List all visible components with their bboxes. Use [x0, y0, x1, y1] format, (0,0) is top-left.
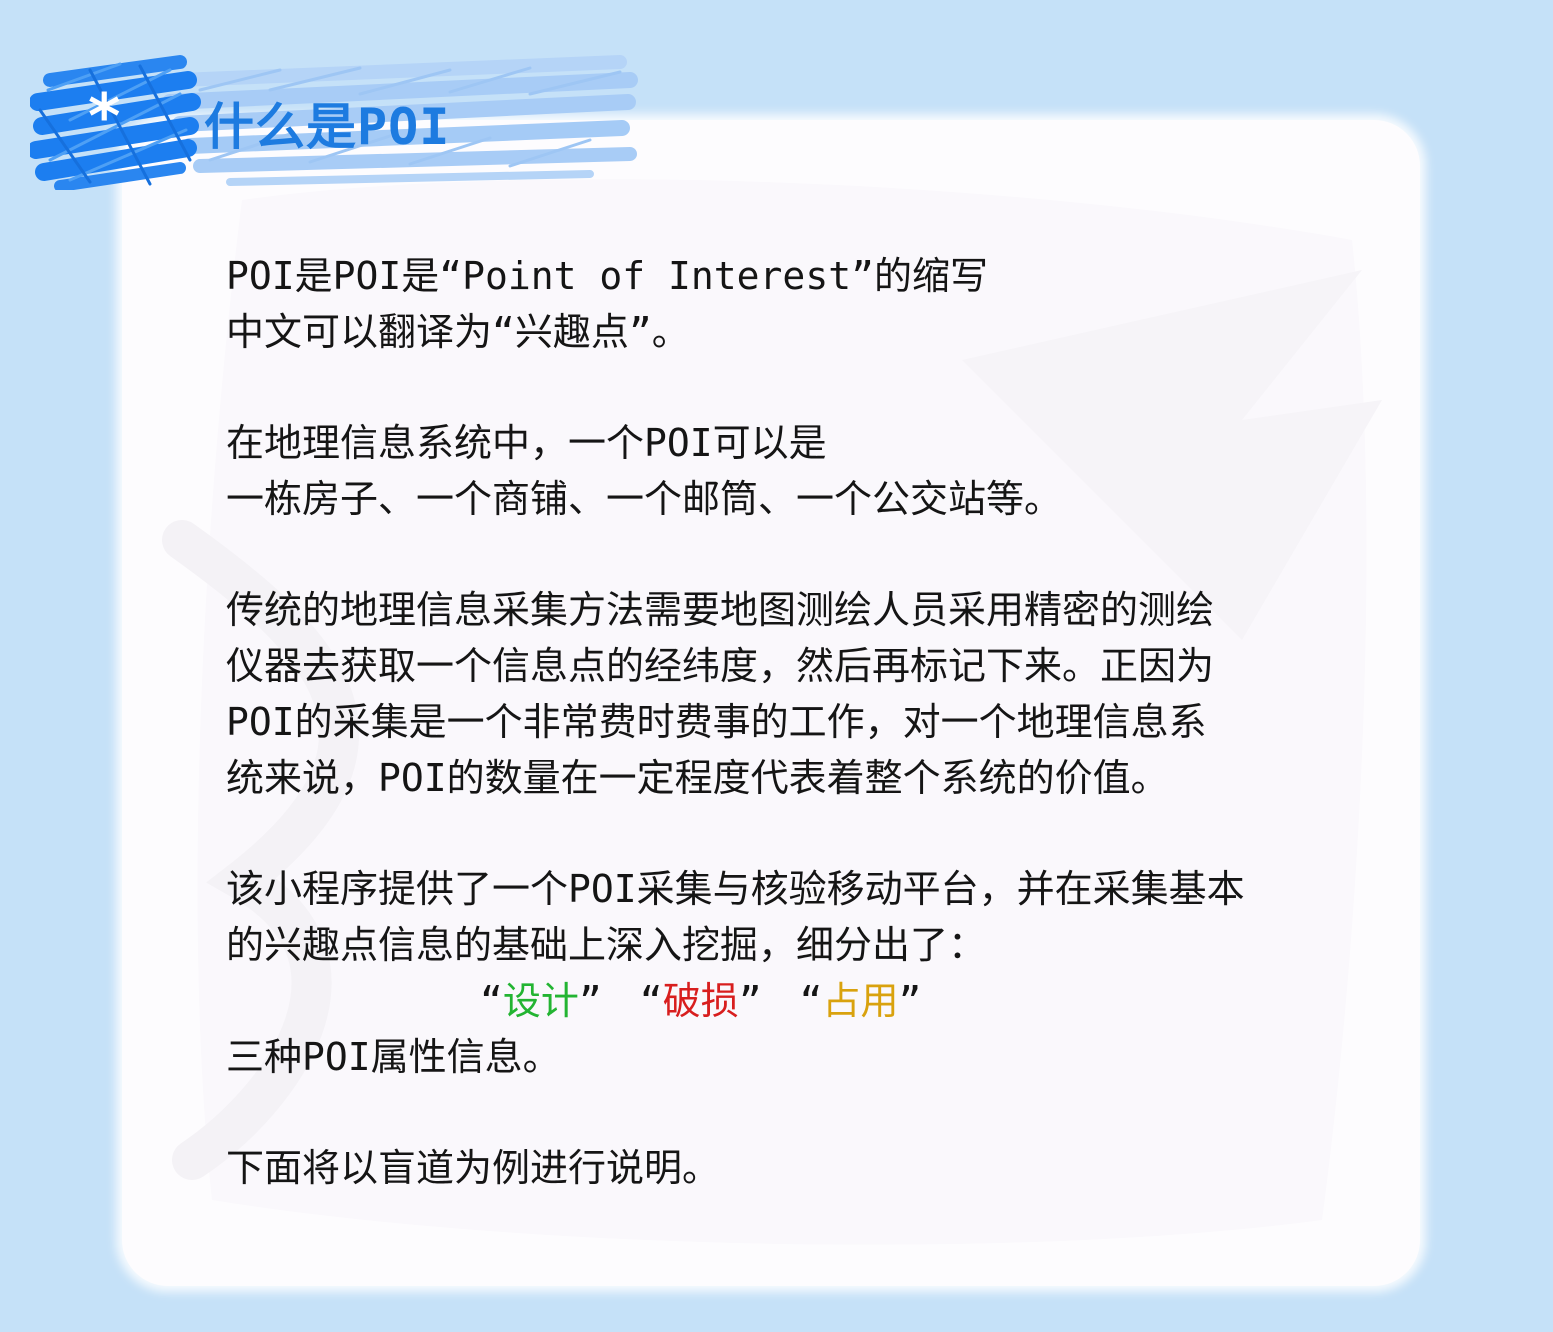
- body-text: POI是POI是“Point of Interest”的缩写 中文可以翻译为“兴…: [226, 248, 1406, 1196]
- text-line: 仪器去获取一个信息点的经纬度，然后再标记下来。正因为: [226, 644, 1215, 688]
- page: { "header": { "icon": "asterisk-icon", "…: [0, 0, 1553, 1332]
- section-title: 什么是POI: [204, 98, 451, 156]
- close-quote: ”: [578, 979, 602, 1023]
- close-quote: ”: [898, 979, 922, 1023]
- paragraph-closing: 下面将以盲道为例进行说明。: [226, 1140, 1406, 1196]
- paragraph-background: 传统的地理信息采集方法需要地图测绘人员采用精密的测绘 仪器去获取一个信息点的经纬…: [226, 582, 1406, 806]
- open-quote: “: [480, 979, 503, 1023]
- attribute-design: 设计: [502, 979, 579, 1023]
- attribute-list: “设计” “破损” “占用”: [226, 973, 1406, 1029]
- text-line: POI是POI是“Point of Interest”的缩写: [226, 254, 988, 298]
- paragraph-definition: POI是POI是“Point of Interest”的缩写 中文可以翻译为“兴…: [226, 248, 1406, 360]
- text-line: 中文可以翻译为“兴趣点”。: [226, 310, 690, 354]
- attribute-damage: 破损: [662, 979, 739, 1023]
- text-line: 下面将以盲道为例进行说明。: [226, 1146, 721, 1190]
- text-line: 一栋房子、一个商铺、一个邮筒、一个公交站等。: [226, 477, 1063, 521]
- text-line: 传统的地理信息采集方法需要地图测绘人员采用精密的测绘: [226, 588, 1215, 632]
- attribute-occupied: 占用: [822, 979, 899, 1023]
- open-quote: “: [799, 979, 823, 1023]
- close-quote: ”: [738, 979, 762, 1023]
- paragraph-examples: 在地理信息系统中，一个POI可以是 一栋房子、一个商铺、一个邮筒、一个公交站等。: [226, 415, 1406, 527]
- text-line: 三种POI属性信息。: [226, 1035, 561, 1079]
- text-line: POI的采集是一个非常费时费事的工作，对一个地理信息系: [226, 700, 1207, 744]
- text-line: 在地理信息系统中，一个POI可以是: [226, 421, 827, 465]
- open-quote: “: [639, 979, 663, 1023]
- text-line: 该小程序提供了一个POI采集与核验移动平台，并在采集基本: [226, 867, 1245, 911]
- paragraph-app-intro: 该小程序提供了一个POI采集与核验移动平台，并在采集基本 的兴趣点信息的基础上深…: [226, 861, 1406, 1085]
- asterisk-icon: *: [88, 80, 121, 153]
- text-line: 的兴趣点信息的基础上深入挖掘，细分出了：: [226, 923, 987, 967]
- text-line: 统来说，POI的数量在一定程度代表着整个系统的价值。: [226, 756, 1169, 800]
